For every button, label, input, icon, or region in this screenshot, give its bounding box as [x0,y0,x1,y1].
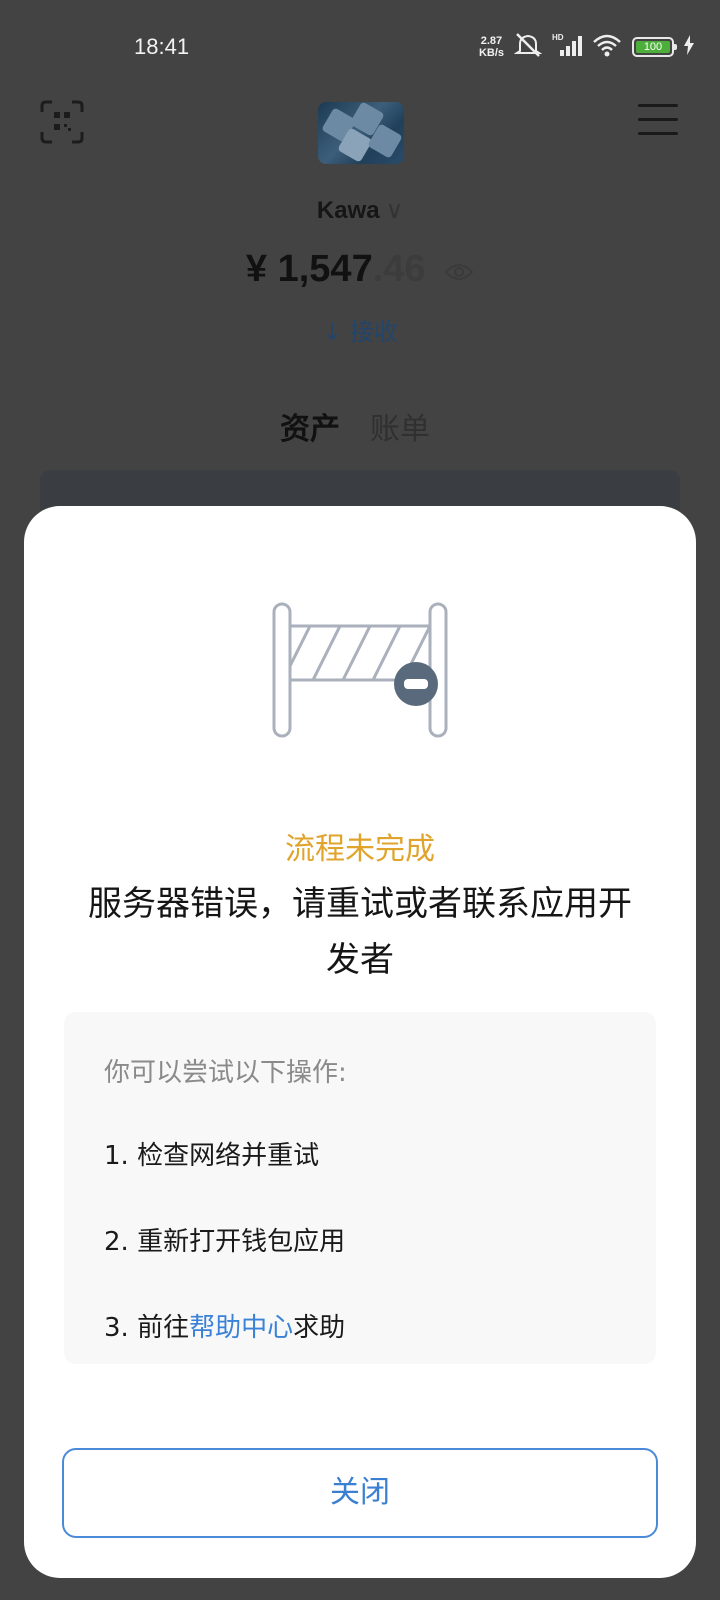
tab-bills[interactable]: 账单 [370,404,430,448]
tip-item: 2. 重新打开钱包应用 [104,1227,346,1257]
tip-prefix: 3. 前往 [104,1313,190,1343]
error-dialog: 流程未完成 服务器错误，请重试或者联系应用开发者 你可以尝试以下操作: 1. 检… [24,506,696,1578]
asset-tabs: 资产 账单 [280,404,430,448]
svg-text:HD: HD [552,33,564,42]
tips-heading: 你可以尝试以下操作: [104,1058,347,1088]
battery-icon: 100 [632,37,677,57]
battery-level: 100 [636,41,670,53]
status-time: 18:41 [134,34,190,59]
status-icons: 2.87 KB/s HD 100 [479,30,694,64]
close-button[interactable]: 关闭 [62,1448,658,1538]
balance-currency: ¥ [245,248,268,290]
dialog-title: 流程未完成 [285,832,435,867]
wifi-icon [592,33,622,61]
tab-assets[interactable]: 资产 [280,404,340,448]
eye-icon[interactable] [444,249,474,292]
asset-card [40,470,680,510]
barrier-illustration [272,602,472,752]
wallet-avatar[interactable] [318,102,404,164]
signal-icon: HD [552,32,582,62]
help-center-link[interactable]: 帮助中心 [189,1313,293,1343]
dialog-message: 服务器错误，请重试或者联系应用开发者 [88,884,632,980]
mute-icon [513,32,543,62]
status-bar: 18:41 2.87 KB/s HD 100 [0,0,720,96]
receive-button[interactable]: ↓ 接收 [0,312,720,347]
charging-icon [684,35,694,59]
network-speed: 2.87 KB/s [479,35,504,59]
menu-icon[interactable] [638,104,678,138]
tip-item-help: 3. 前往帮助中心求助 [104,1307,616,1393]
tips-panel: 你可以尝试以下操作: 1. 检查网络并重试 2. 重新打开钱包应用 3. 前往帮… [64,1012,656,1364]
wallet-name: Kawa [316,197,380,224]
tip-suffix: 求助 [293,1313,346,1343]
qr-scan-icon[interactable] [40,100,84,144]
chevron-down-icon: ∨ [385,197,404,224]
balance-integer: 1,547 [277,248,373,290]
balance: ¥ 1,547.46 [0,248,720,292]
tip-item: 1. 检查网络并重试 [104,1141,320,1171]
network-speed-unit: KB/s [478,47,504,59]
network-speed-value: 2.87 [480,35,503,47]
wallet-name-selector[interactable]: Kawa ∨ [0,196,720,225]
balance-decimal: .46 [372,248,426,290]
